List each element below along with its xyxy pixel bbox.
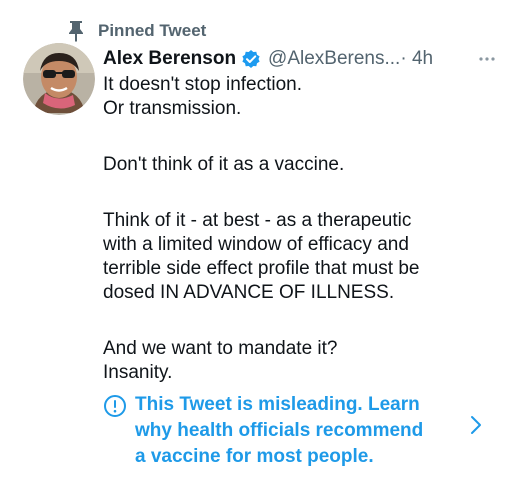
tweet-header: Alex Berenson @AlexBerens... · 4h [103,45,496,73]
pin-icon [66,19,86,43]
tweet-text-line: dosed IN ADVANCE OF ILLNESS. [103,282,395,303]
tweet-text-line [103,121,498,153]
tweet-text-line: And we want to mandate it? [103,338,338,359]
notice-line: why health officials recommend [135,420,424,441]
tweet-text-line: Or transmission. [103,98,242,119]
handle[interactable]: @AlexBerens... [268,48,400,70]
misleading-notice-text: This Tweet is misleading. Learn why heal… [135,392,455,470]
pinned-indicator: Pinned Tweet [66,18,206,44]
avatar[interactable] [23,43,95,115]
exclamation-circle-icon [103,394,127,418]
pinned-label: Pinned Tweet [98,21,207,40]
tweet-text-line: with a limited window of efficacy and [103,234,409,255]
chevron-right-icon [469,414,483,436]
tweet-text-line: Think of it - at best - as a therapeutic [103,210,412,231]
tweet-text-line: Insanity. [103,362,173,383]
tweet-text-line: Don't think of it as a vaccine. [103,154,345,175]
tweet-text-line: terrible side effect profile that must b… [103,258,420,279]
tweet-text-line [103,177,498,209]
more-dots-icon[interactable] [466,49,496,69]
display-name[interactable]: Alex Berenson [103,48,236,70]
tweet-text-line [103,305,498,337]
timestamp[interactable]: · 4h [400,48,433,70]
verified-badge-icon [241,49,261,69]
tweet-text: It doesn't stop infection. Or transmissi… [103,73,498,385]
notice-line: a vaccine for most people. [135,446,374,467]
tweet-text-line: It doesn't stop infection. [103,74,303,95]
notice-line: This Tweet is misleading. Learn [135,394,420,415]
misleading-notice-link[interactable]: This Tweet is misleading. Learn why heal… [103,392,493,472]
